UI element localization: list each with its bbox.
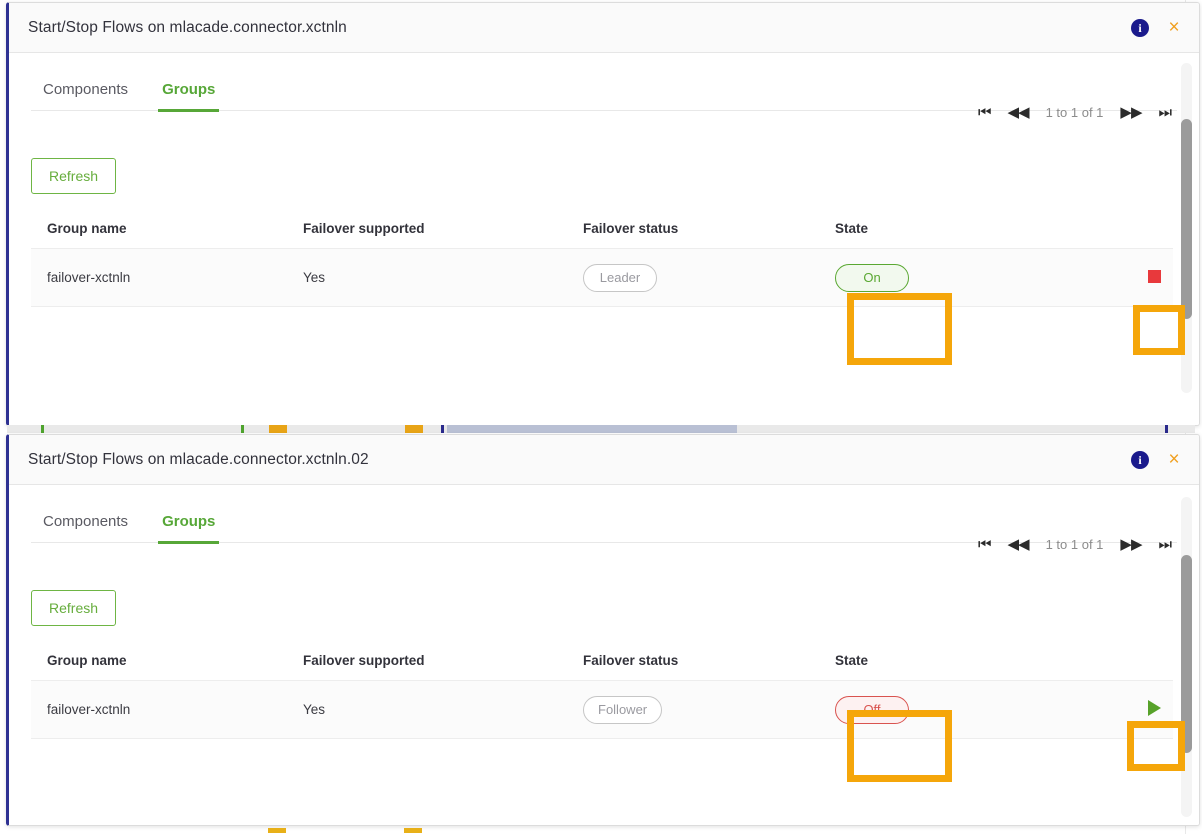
page-title: Start/Stop Flows on mlacade.connector.xc… xyxy=(28,18,347,36)
stop-icon[interactable] xyxy=(1148,269,1161,283)
cell-group-name: failover-xctnln xyxy=(47,270,131,285)
background-bottom-marks xyxy=(0,828,1202,834)
minimap-mark xyxy=(1165,425,1168,433)
table-row: failover-xctnln Yes Leader On xyxy=(31,249,1173,307)
dialog-start-stop-flows-primary: Start/Stop Flows on mlacade.connector.xc… xyxy=(6,2,1200,426)
state-badge: On xyxy=(835,263,909,292)
horizontal-scrollbar[interactable] xyxy=(7,425,1195,433)
dialog-body: Components Groups ⏮ ◀◀ 1 to 1 of 1 ▶▶ ⏭ … xyxy=(9,485,1199,825)
minimap-mark xyxy=(269,425,287,433)
vertical-scrollbar[interactable] xyxy=(1181,63,1192,393)
pagination: ⏮ ◀◀ 1 to 1 of 1 ▶▶ ⏭ xyxy=(978,105,1172,120)
cell-actions xyxy=(1020,700,1173,719)
column-header-state: State xyxy=(835,220,869,236)
play-icon[interactable] xyxy=(1148,700,1161,716)
screen: Start/Stop Flows on mlacade.connector.xc… xyxy=(0,0,1202,834)
tab-groups[interactable]: Groups xyxy=(158,81,220,112)
cell-state: On xyxy=(835,263,1020,292)
cell-failover-status: Follower xyxy=(583,695,835,724)
refresh-button[interactable]: Refresh xyxy=(31,590,117,626)
info-icon[interactable]: i xyxy=(1131,18,1149,37)
minimap-mark xyxy=(405,425,423,433)
info-icon[interactable]: i xyxy=(1131,450,1149,469)
header-actions: i × xyxy=(1131,435,1183,484)
dialog-header: Start/Stop Flows on mlacade.connector.xc… xyxy=(9,435,1199,485)
horizontal-scrollbar-thumb[interactable] xyxy=(447,425,737,433)
dialog-body: Components Groups ⏮ ◀◀ 1 to 1 of 1 ▶▶ ⏭ … xyxy=(9,53,1199,425)
dialog-start-stop-flows-secondary: Start/Stop Flows on mlacade.connector.xc… xyxy=(6,434,1200,826)
pagination-label: 1 to 1 of 1 xyxy=(1045,105,1104,120)
groups-table: Group name Failover supported Failover s… xyxy=(31,208,1173,307)
groups-table: Group name Failover supported Failover s… xyxy=(31,640,1173,739)
cell-failover-supported: Yes xyxy=(303,270,326,285)
column-header-failover-status: Failover status xyxy=(583,652,679,668)
tab-components[interactable]: Components xyxy=(39,513,132,544)
cell-actions xyxy=(1020,269,1173,286)
table-header-row: Group name Failover supported Failover s… xyxy=(31,640,1173,681)
table-row: failover-xctnln Yes Follower Off xyxy=(31,681,1173,739)
minimap-mark xyxy=(241,425,244,433)
cell-failover-supported: Yes xyxy=(303,702,326,717)
column-header-group-name: Group name xyxy=(47,220,127,236)
dialog-header: Start/Stop Flows on mlacade.connector.xc… xyxy=(9,3,1199,53)
cell-group-name: failover-xctnln xyxy=(47,702,131,717)
tab-bar: Components Groups xyxy=(31,53,1177,112)
vertical-scrollbar-thumb[interactable] xyxy=(1181,119,1192,319)
vertical-scrollbar-thumb[interactable] xyxy=(1181,555,1192,753)
column-header-group-name: Group name xyxy=(47,652,127,668)
first-page-icon[interactable]: ⏮ xyxy=(978,105,991,120)
column-header-failover-supported: Failover supported xyxy=(303,220,425,236)
close-icon[interactable]: × xyxy=(1165,18,1183,37)
bottom-mark xyxy=(268,828,286,833)
pagination: ⏮ ◀◀ 1 to 1 of 1 ▶▶ ⏭ xyxy=(978,537,1172,552)
minimap-mark xyxy=(441,425,444,433)
state-badge: Off xyxy=(835,695,909,724)
minimap-mark xyxy=(41,425,44,433)
bottom-mark xyxy=(404,828,422,833)
column-header-state: State xyxy=(835,652,869,668)
cell-failover-status: Leader xyxy=(583,263,835,292)
previous-page-icon[interactable]: ◀◀ xyxy=(1008,105,1030,120)
column-header-failover-status: Failover status xyxy=(583,220,679,236)
header-actions: i × xyxy=(1131,3,1183,52)
table-header-row: Group name Failover supported Failover s… xyxy=(31,208,1173,249)
last-page-icon[interactable]: ⏭ xyxy=(1158,537,1171,552)
refresh-button[interactable]: Refresh xyxy=(31,158,117,194)
tab-bar: Components Groups xyxy=(31,485,1177,544)
page-title: Start/Stop Flows on mlacade.connector.xc… xyxy=(28,450,369,468)
next-page-icon[interactable]: ▶▶ xyxy=(1120,537,1142,552)
last-page-icon[interactable]: ⏭ xyxy=(1158,105,1171,120)
first-page-icon[interactable]: ⏮ xyxy=(978,537,991,552)
tab-components[interactable]: Components xyxy=(39,81,132,112)
column-header-failover-supported: Failover supported xyxy=(303,652,425,668)
failover-status-badge: Follower xyxy=(583,695,663,724)
next-page-icon[interactable]: ▶▶ xyxy=(1120,105,1142,120)
failover-status-badge: Leader xyxy=(583,263,657,292)
tab-groups[interactable]: Groups xyxy=(158,513,220,544)
cell-state: Off xyxy=(835,695,1020,724)
close-icon[interactable]: × xyxy=(1165,450,1183,469)
pagination-label: 1 to 1 of 1 xyxy=(1045,537,1104,552)
previous-page-icon[interactable]: ◀◀ xyxy=(1008,537,1030,552)
vertical-scrollbar[interactable] xyxy=(1181,497,1192,817)
